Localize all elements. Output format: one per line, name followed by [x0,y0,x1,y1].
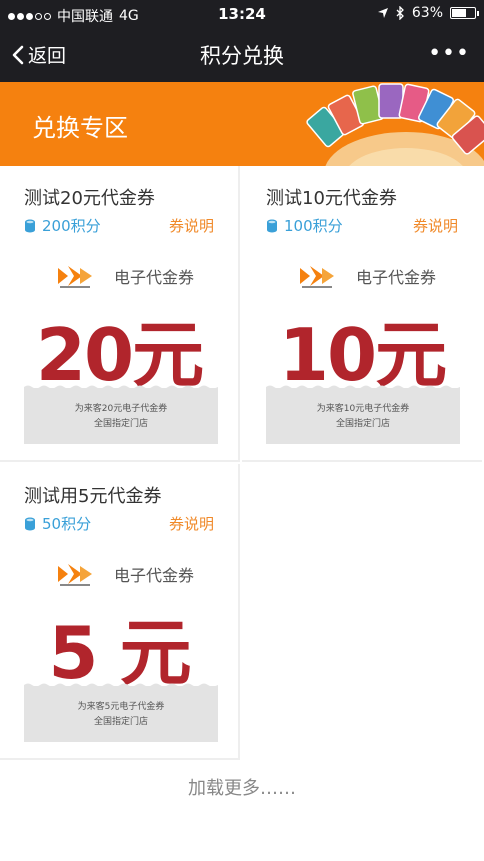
points-row: 50积分 [24,513,91,534]
coupon-name: 测试10元代金券 [266,188,397,209]
status-right: 63% [377,5,479,21]
coupon-name: 测试20元代金券 [24,188,155,209]
ticket-desc-line1: 为来客20元电子代金券 [74,404,168,414]
location-icon [377,8,388,18]
coupon-ticket: 为来客10元电子代金券 全国指定门店 [266,385,460,444]
points-label: 200积分 [42,217,101,235]
coupon-card[interactable]: 测试20元代金券 200积分 券说明 电子代金券 20元 为来客20元电子代金券… [0,166,240,462]
coupon-explain-link[interactable]: 券说明 [169,513,214,534]
coupon-explain-link[interactable]: 券说明 [169,215,214,236]
points-row: 100积分 [266,215,343,236]
brand-logo [58,266,92,288]
coupon-card[interactable]: 测试10元代金券 100积分 券说明 电子代金券 10元 为来客10元电子代金券… [242,166,482,462]
ticket-desc-line2: 全国指定门店 [93,419,148,429]
brand-row: 电子代金券 [54,560,194,588]
coin-icon [267,219,277,232]
coin-icon [25,517,35,530]
more-icon[interactable]: ••• [428,41,470,66]
voucher-type: 电子代金券 [356,268,437,287]
battery-icon [450,7,479,19]
gift-cards-illustration [306,83,484,166]
coupon-ticket: 为来客5元电子代金券 全国指定门店 [24,683,218,742]
ticket-edge [24,385,218,390]
points-label: 100积分 [284,217,343,235]
coupon-ticket: 为来客20元电子代金券 全国指定门店 [24,385,218,444]
coupon-explain-link[interactable]: 券说明 [413,215,458,236]
coupon-card[interactable]: 测试用5元代金券 50积分 券说明 电子代金券 5 元 为来客5元电子代金券 全… [0,464,240,760]
brand-logo [300,266,334,288]
page-title: 积分兑换 [200,44,284,68]
brand-logo [58,564,92,586]
ticket-desc-line1: 为来客10元电子代金券 [316,404,410,414]
nav-bar: 返回 积分兑换 ••• [0,28,484,82]
brand-row: 电子代金券 [296,262,436,290]
coupon-name: 测试用5元代金券 [24,486,162,507]
load-more-button[interactable]: 加载更多…… [0,774,484,800]
points-row: 200积分 [24,215,101,236]
banner: 兑换专区 [0,82,484,166]
ticket-desc-line2: 全国指定门店 [335,419,390,429]
banner-title: 兑换专区 [32,114,128,142]
points-label: 50积分 [42,515,92,533]
voucher-type: 电子代金券 [114,268,195,287]
ticket-desc-line1: 为来客5元电子代金券 [77,702,165,712]
bluetooth-icon [396,6,404,20]
status-bar: 中国联通 4G 13:24 63% [0,0,484,28]
coin-icon [25,219,35,232]
ticket-desc-line2: 全国指定门店 [93,717,148,727]
brand-row: 电子代金券 [54,262,194,290]
ticket-edge [266,385,460,390]
battery-percent: 63% [411,5,443,21]
ticket-edge [24,683,218,688]
voucher-type: 电子代金券 [114,566,195,585]
